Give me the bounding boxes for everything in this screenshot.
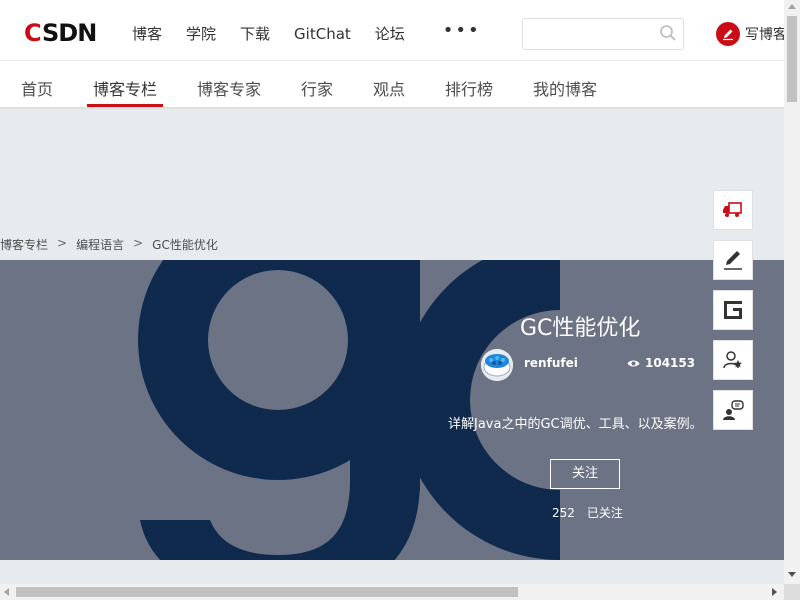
horizontal-scrollbar[interactable] bbox=[0, 584, 784, 600]
guide-icon bbox=[724, 301, 742, 319]
breadcrumb-programming-languages[interactable]: 编程语言 bbox=[76, 236, 124, 253]
write-blog-label: 写博客 bbox=[745, 27, 787, 43]
nav-forum[interactable]: 论坛 bbox=[375, 24, 405, 44]
nav-blog[interactable]: 博客 bbox=[132, 24, 162, 44]
follower-count-label: 已关注 bbox=[586, 506, 623, 520]
view-count: 104153 bbox=[627, 356, 695, 370]
nav-gitchat[interactable]: GitChat bbox=[294, 24, 351, 44]
author-name[interactable]: renfufei bbox=[524, 356, 578, 370]
subnav-home[interactable]: 首页 bbox=[21, 76, 53, 100]
scroll-left-arrow-icon[interactable] bbox=[4, 588, 9, 596]
nav-academy[interactable]: 学院 bbox=[186, 24, 216, 44]
guide-tool-button[interactable] bbox=[713, 290, 753, 330]
truck-tool-button[interactable] bbox=[713, 190, 753, 230]
subnav-viewpoints[interactable]: 观点 bbox=[373, 76, 405, 100]
subnav-rankings[interactable]: 排行榜 bbox=[445, 76, 493, 100]
subnav-experts[interactable]: 行家 bbox=[301, 76, 333, 100]
column-banner: GC性能优化 renfufei 104153 详解Java之中的GC调优、工具、… bbox=[0, 260, 784, 560]
breadcrumb-separator: > bbox=[57, 236, 68, 250]
nav-download[interactable]: 下载 bbox=[240, 24, 270, 44]
subnav-my-blog[interactable]: 我的博客 bbox=[533, 76, 597, 100]
vertical-scroll-thumb[interactable] bbox=[787, 16, 797, 102]
top-header: C SDN 博客 学院 下载 GitChat 论坛 ••• 写博客 bbox=[0, 0, 787, 61]
avatar-image bbox=[481, 349, 513, 381]
eye-icon bbox=[627, 360, 640, 366]
edit-tool-button[interactable] bbox=[713, 240, 753, 280]
scroll-down-arrow-icon[interactable] bbox=[788, 572, 796, 577]
column-title: GC性能优化 bbox=[520, 316, 641, 341]
feedback-icon bbox=[723, 400, 744, 420]
truck-icon bbox=[723, 202, 742, 217]
author-avatar[interactable] bbox=[481, 349, 513, 381]
gc-banner-image bbox=[138, 260, 560, 560]
column-description: 详解Java之中的GC调优、工具、以及案例。 bbox=[448, 417, 703, 432]
svg-text:SDN: SDN bbox=[42, 20, 96, 46]
subnav-blog-columns[interactable]: 博客专栏 bbox=[93, 76, 157, 100]
top-nav: 博客 学院 下载 GitChat 论坛 ••• bbox=[132, 22, 505, 44]
expert-icon bbox=[723, 351, 742, 369]
breadcrumb-separator: > bbox=[133, 236, 144, 250]
active-tab-indicator bbox=[87, 104, 163, 107]
pen-icon bbox=[716, 22, 740, 46]
horizontal-scroll-thumb[interactable] bbox=[16, 587, 518, 597]
csdn-logo[interactable]: C SDN bbox=[24, 19, 110, 47]
follow-button[interactable]: 关注 bbox=[550, 459, 620, 489]
scroll-up-arrow-icon[interactable] bbox=[788, 4, 796, 9]
csdn-logo-mark: C SDN bbox=[24, 19, 97, 47]
feedback-tool-button[interactable] bbox=[713, 390, 753, 430]
scrollbar-corner bbox=[784, 584, 800, 600]
breadcrumb-current[interactable]: GC性能优化 bbox=[152, 236, 218, 253]
follower-count: 252 已关注 bbox=[552, 504, 623, 521]
view-count-value: 104153 bbox=[645, 356, 696, 370]
breadcrumb: 博客专栏 > 编程语言 > GC性能优化 bbox=[0, 236, 218, 253]
edit-icon bbox=[724, 251, 742, 270]
follower-count-value: 252 bbox=[552, 506, 575, 520]
subnav-blog-experts[interactable]: 博客专家 bbox=[197, 76, 261, 100]
more-menu-button[interactable]: ••• bbox=[443, 22, 481, 44]
scroll-right-arrow-icon[interactable] bbox=[772, 588, 777, 596]
svg-text:C: C bbox=[24, 20, 41, 46]
sub-nav: 首页 博客专栏 博客专家 行家 观点 排行榜 我的博客 bbox=[0, 61, 784, 109]
write-blog-button[interactable]: 写博客 bbox=[716, 22, 787, 46]
search-input[interactable] bbox=[522, 18, 684, 50]
breadcrumb-blog-columns[interactable]: 博客专栏 bbox=[0, 236, 48, 253]
vertical-scrollbar[interactable] bbox=[784, 0, 800, 584]
expert-tool-button[interactable] bbox=[713, 340, 753, 380]
search-icon[interactable] bbox=[659, 24, 677, 42]
